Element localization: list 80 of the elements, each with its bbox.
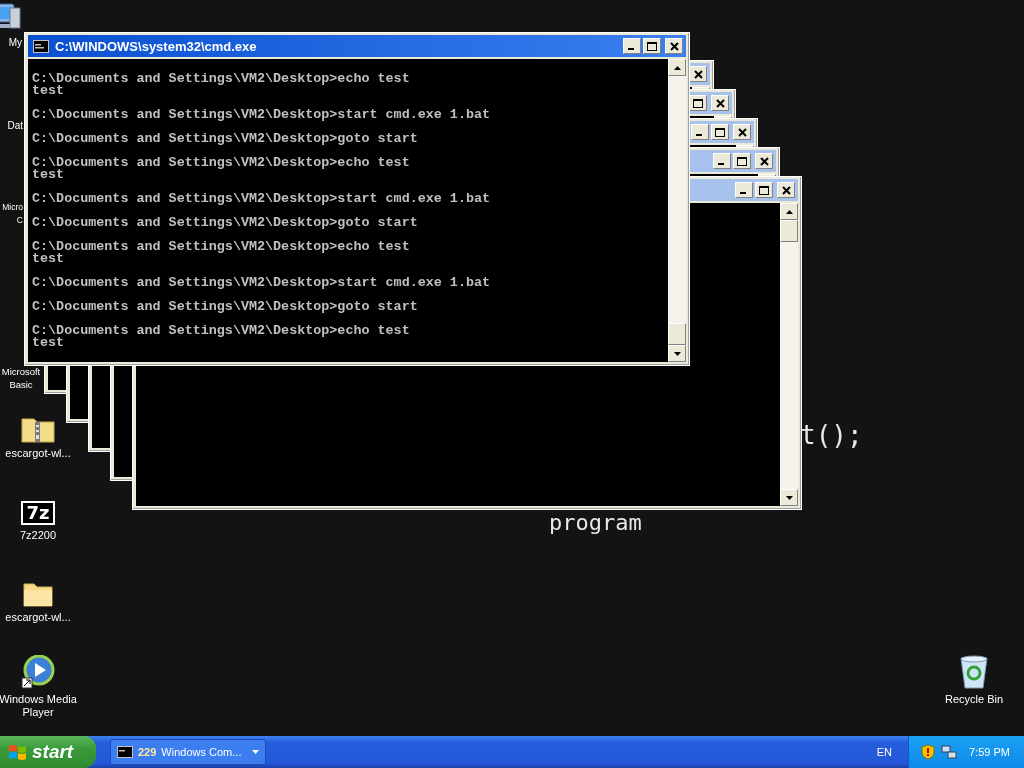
close-icon xyxy=(669,41,679,51)
close-button[interactable] xyxy=(665,38,683,54)
scroll-down-button[interactable] xyxy=(668,345,686,362)
desktop-icon-label[interactable]: escargot-wl... xyxy=(5,611,71,624)
down-arrow-icon xyxy=(785,495,793,500)
console-line: C:\Documents and Settings\VM2\Desktop>echo test xyxy=(32,73,411,85)
close-icon xyxy=(781,185,791,195)
console-line: C:\Documents and Settings\VM2\Desktop>echo test xyxy=(32,241,411,253)
caret-icon xyxy=(252,750,259,754)
language-indicator[interactable]: EN xyxy=(876,746,893,758)
scroll-up-button[interactable] xyxy=(668,59,686,76)
maximize-button[interactable] xyxy=(643,38,661,54)
folder-icon[interactable] xyxy=(23,581,53,607)
desktop-icon-label[interactable]: Dat xyxy=(7,119,23,132)
recycle-bin-icon[interactable] xyxy=(959,655,989,689)
desktop-icon-label[interactable]: Microsoft Basic xyxy=(1,365,41,391)
down-arrow-icon xyxy=(673,351,681,356)
console-line: test xyxy=(32,337,66,349)
console-line: C:\Documents and Settings\VM2\Desktop>goto start xyxy=(32,133,419,145)
desktop-icon-label[interactable]: escargot-wl... xyxy=(5,447,71,460)
maximize-button[interactable] xyxy=(711,124,729,140)
minimize-button[interactable] xyxy=(735,182,753,198)
archive-logo[interactable]: 7z xyxy=(21,501,55,525)
scrollbar[interactable] xyxy=(668,59,686,362)
close-icon xyxy=(693,69,703,79)
wallpaper-text: t(); xyxy=(800,420,863,450)
scroll-thumb[interactable] xyxy=(780,220,798,242)
taskbar-button[interactable]: 229 Windows Com... xyxy=(110,739,266,765)
minimize-button[interactable] xyxy=(691,124,709,140)
console-icon xyxy=(117,746,133,758)
console-icon xyxy=(33,39,49,53)
up-arrow-icon xyxy=(673,65,681,70)
maximize-icon xyxy=(737,156,747,166)
console-line: test xyxy=(32,169,66,181)
console-line: C:\Documents and Settings\VM2\Desktop>start cmd.exe 1.bat xyxy=(32,109,492,121)
close-button[interactable] xyxy=(711,95,729,111)
close-icon xyxy=(715,98,725,108)
desktop-icon-label[interactable]: Micro C xyxy=(2,201,23,227)
taskbar-button-label: Windows Com... xyxy=(161,746,243,758)
wallpaper-text: program xyxy=(549,510,642,535)
scroll-thumb[interactable] xyxy=(668,323,686,345)
console-line: test xyxy=(32,253,66,265)
network-icon[interactable] xyxy=(941,744,958,760)
maximize-icon xyxy=(759,185,769,195)
close-button[interactable] xyxy=(755,153,773,169)
start-button[interactable]: start xyxy=(0,736,96,768)
window-count: 229 xyxy=(138,746,157,758)
console-line: C:\Documents and Settings\VM2\Desktop>echo test xyxy=(32,157,411,169)
close-button[interactable] xyxy=(777,182,795,198)
close-icon xyxy=(737,127,747,137)
up-arrow-icon xyxy=(785,209,793,214)
maximize-icon xyxy=(715,127,725,137)
title-bar[interactable]: C:\WINDOWS\system32\cmd.exe xyxy=(28,35,686,57)
desktop-icon-label[interactable]: 7z2200 xyxy=(19,529,57,542)
maximize-icon xyxy=(647,41,657,51)
windows-flag-icon xyxy=(8,743,28,761)
shield-icon[interactable] xyxy=(921,744,936,760)
media-player-icon[interactable] xyxy=(21,655,55,689)
maximize-icon xyxy=(693,98,703,108)
desktop-icon-label[interactable]: Recycle Bin xyxy=(944,693,1004,706)
console-line: C:\Documents and Settings\VM2\Desktop>echo test xyxy=(32,325,411,337)
zipped-folder-icon[interactable] xyxy=(21,415,55,443)
scrollbar[interactable] xyxy=(780,203,798,506)
desktop-icon-label[interactable]: My xyxy=(8,36,22,49)
console-line: C:\Documents and Settings\VM2\Desktop>goto start xyxy=(32,217,419,229)
console-line: C:\Documents and Settings\VM2\Desktop>start cmd.exe 1.bat xyxy=(32,277,492,289)
desktop-icon-label[interactable]: Windows Media Player xyxy=(0,693,77,719)
console-line: test xyxy=(32,85,66,97)
clock: 7:59 PM xyxy=(969,746,1010,758)
close-icon xyxy=(759,156,769,166)
minimize-button[interactable] xyxy=(623,38,641,54)
scroll-up-button[interactable] xyxy=(780,203,798,220)
minimize-button[interactable] xyxy=(713,153,731,169)
close-button[interactable] xyxy=(733,124,751,140)
maximize-button[interactable] xyxy=(755,182,773,198)
console-line: C:\Documents and Settings\VM2\Desktop>goto start xyxy=(32,301,419,313)
maximize-button[interactable] xyxy=(733,153,751,169)
window-title: C:\WINDOWS\system32\cmd.exe xyxy=(55,38,257,54)
console-line: C:\Documents and Settings\VM2\Desktop>start cmd.exe 1.bat xyxy=(32,193,492,205)
scroll-down-button[interactable] xyxy=(780,489,798,506)
